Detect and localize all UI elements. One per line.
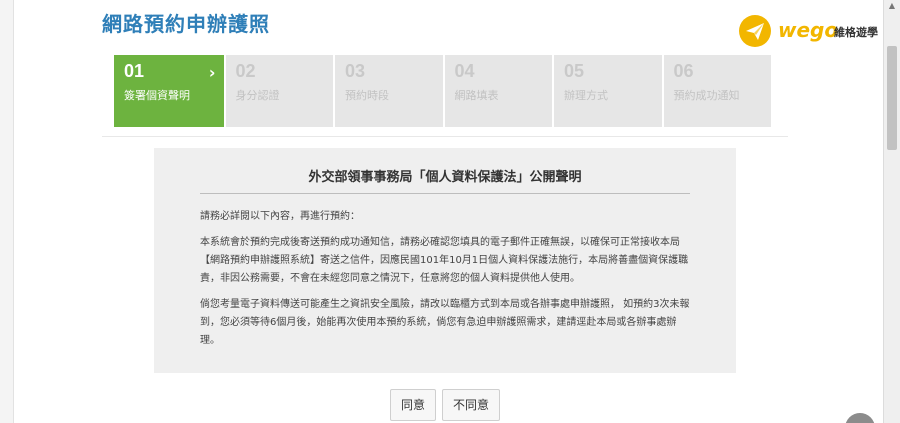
notice-paragraph: 倘您考量電子資料傳送可能產生之資訊安全風險，請改以臨櫃方式到本局或各辦事處申辦護… [200, 299, 690, 346]
notice-divider [200, 193, 690, 194]
vertical-scrollbar[interactable]: ▲ [883, 0, 900, 423]
step-label: 網路填表 [454, 89, 499, 102]
step-5: 05 辦理方式 [552, 55, 662, 127]
privacy-notice: 外交部領事事務局「個人資料保護法」公開聲明 請務必詳閱以下內容，再進行預約： 本… [154, 148, 736, 373]
paper-plane-icon [739, 15, 771, 47]
step-label: 身分認證 [235, 89, 280, 102]
step-label: 預約成功通知 [673, 89, 740, 102]
notice-paragraph: 本系統會於預約完成後寄送預約成功通知信，請務必確認您填具的電子郵件正確無誤，以確… [200, 237, 689, 284]
notice-title: 外交部領事事務局「個人資料保護法」公開聲明 [308, 170, 582, 185]
step-progress: 01 › 簽署個資聲明 02 身分認證 03 預約時段 04 網路填表 05 辦… [114, 55, 771, 127]
step-6: 06 預約成功通知 [661, 55, 771, 127]
step-number: 06 [673, 61, 694, 81]
notice-body: 請務必詳閱以下內容，再進行預約： 本系統會於預約完成後寄送預約成功通知信，請務必… [200, 208, 694, 358]
scroll-up-arrow-icon[interactable]: ▲ [888, 2, 896, 10]
left-edge [0, 0, 14, 423]
chevron-right-icon: › [208, 63, 216, 82]
step-3: 03 預約時段 [333, 55, 443, 127]
step-number: 04 [454, 61, 475, 81]
step-2: 02 身分認證 [223, 55, 333, 127]
disagree-button[interactable]: 不同意 [442, 389, 500, 421]
page-frame: 網路預約申辦護照 wego 維格遊學 01 › 簽署個資聲明 02 身分認證 0… [0, 0, 900, 423]
wego-logo: wego 維格遊學 [738, 14, 890, 48]
logo-brand: wego [778, 18, 839, 42]
step-label: 簽署個資聲明 [124, 89, 190, 102]
step-number: 01 [124, 61, 145, 81]
step-number: 03 [345, 61, 366, 81]
step-4: 04 網路填表 [442, 55, 552, 127]
step-1: 01 › 簽署個資聲明 [114, 55, 224, 127]
step-label: 預約時段 [345, 89, 389, 102]
step-label: 辦理方式 [564, 89, 608, 102]
action-buttons: 同意 不同意 [390, 389, 500, 421]
page-title: 網路預約申辦護照 [102, 12, 270, 36]
floating-action-button[interactable] [845, 413, 875, 423]
logo-subtitle: 維格遊學 [834, 26, 878, 39]
agree-button[interactable]: 同意 [390, 389, 436, 421]
section-divider [102, 136, 788, 137]
scrollbar-thumb[interactable] [887, 46, 897, 150]
step-number: 02 [235, 61, 256, 81]
step-number: 05 [564, 61, 585, 81]
notice-paragraph: 請務必詳閱以下內容，再進行預約： [200, 211, 360, 222]
